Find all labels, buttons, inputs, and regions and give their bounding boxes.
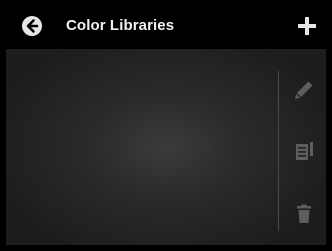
library-content-area bbox=[6, 49, 326, 245]
back-arrow-icon bbox=[22, 16, 42, 36]
toolbar-divider bbox=[278, 71, 279, 231]
add-library-button[interactable] bbox=[296, 15, 318, 37]
edit-button[interactable] bbox=[293, 79, 315, 101]
header-bar: Color Libraries bbox=[6, 6, 326, 45]
page-title: Color Libraries bbox=[66, 17, 175, 34]
color-libraries-screen: Color Libraries bbox=[0, 0, 332, 251]
back-button[interactable] bbox=[21, 15, 43, 37]
pencil-icon bbox=[295, 81, 313, 99]
delete-button[interactable] bbox=[293, 203, 315, 225]
duplicate-icon bbox=[296, 142, 313, 160]
duplicate-button[interactable] bbox=[293, 140, 315, 162]
plus-icon bbox=[298, 17, 316, 35]
trash-icon bbox=[297, 204, 311, 223]
